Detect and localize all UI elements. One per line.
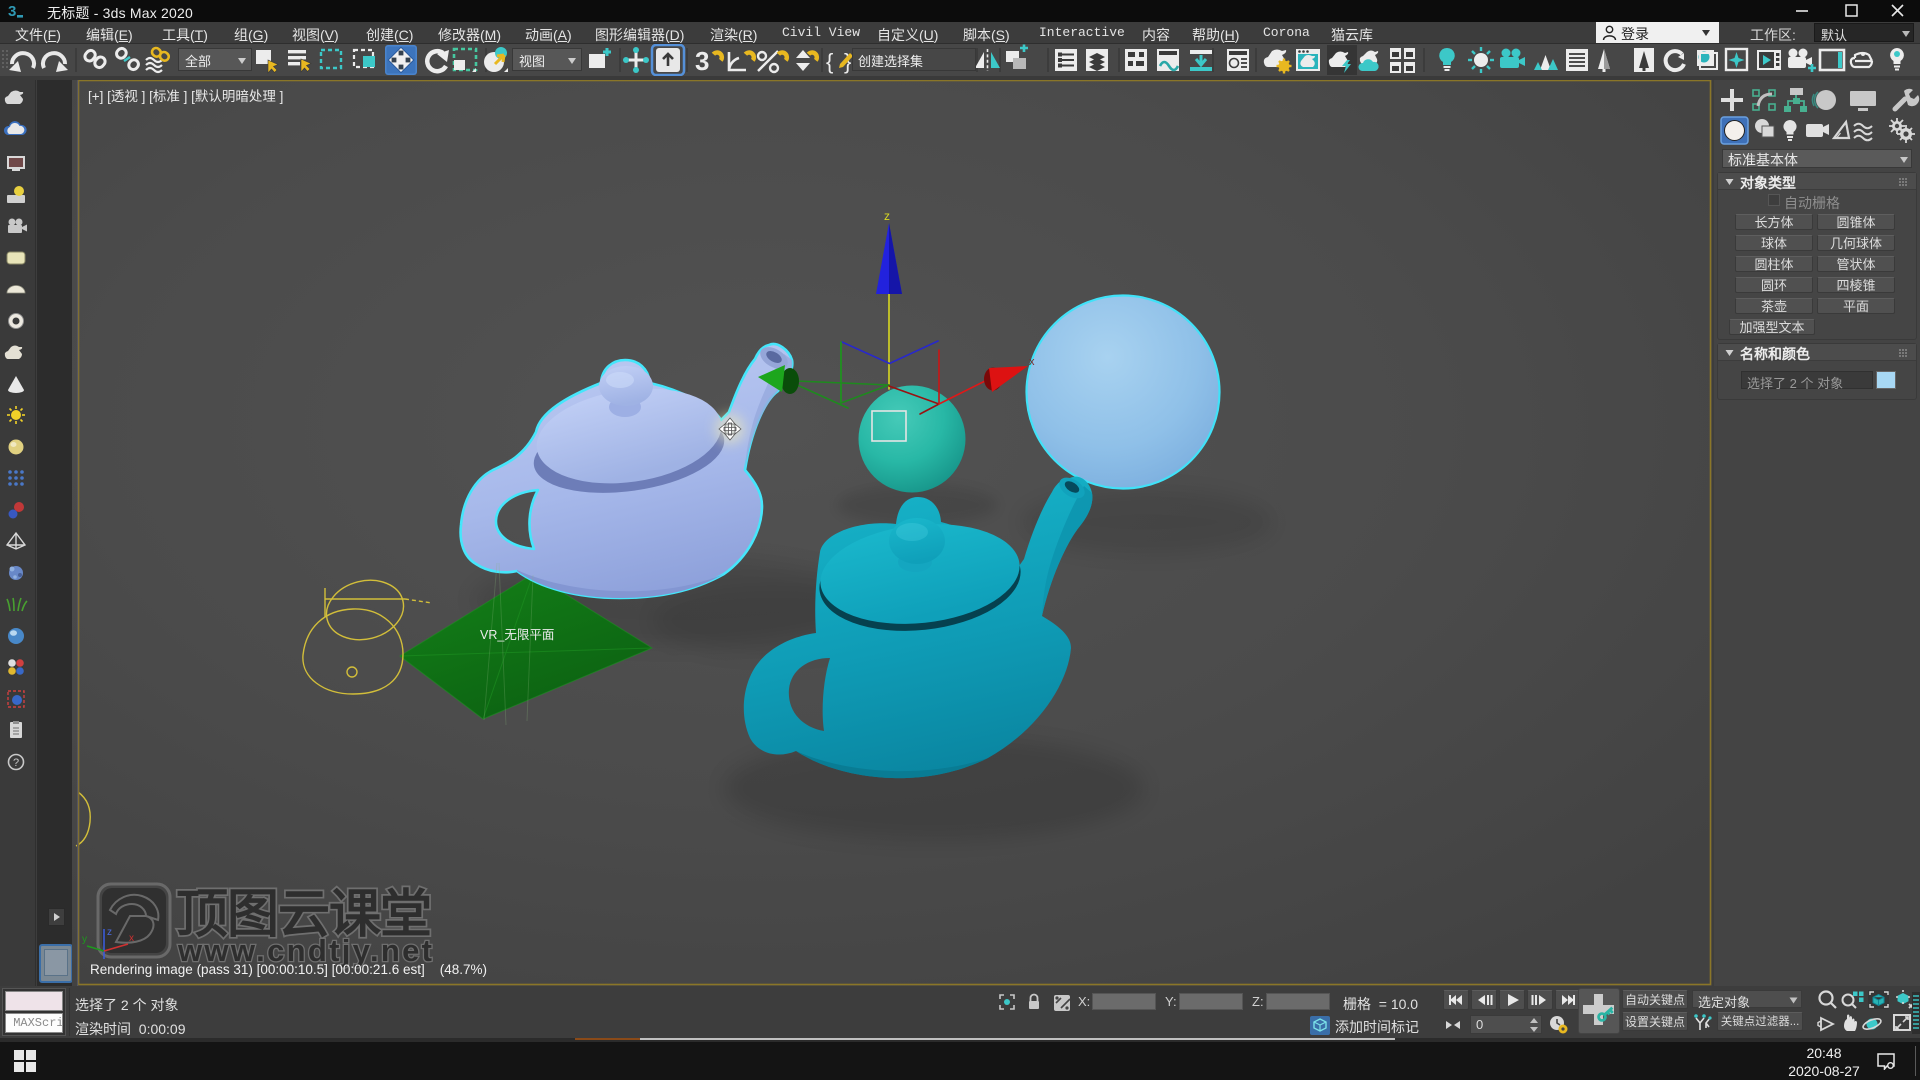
svg-text:3: 3 [8,3,16,20]
svg-text:x: x [129,933,134,944]
svg-text:z: z [107,927,112,938]
svg-text:y: y [82,934,87,945]
svg-text:x: x [1029,356,1035,368]
svg-text:Rendering image (pass 31) [00:: Rendering image (pass 31) [00:00:10.5] [… [90,962,487,977]
svg-text:z: z [884,209,890,223]
svg-text:[+] [透视 ] [标准 ] [默认明暗处理 ]: [+] [透视 ] [标准 ] [默认明暗处理 ] [88,89,283,104]
svg-text:3: 3 [695,46,709,76]
svg-text:{: { [826,49,833,74]
svg-text:?: ? [13,757,19,769]
